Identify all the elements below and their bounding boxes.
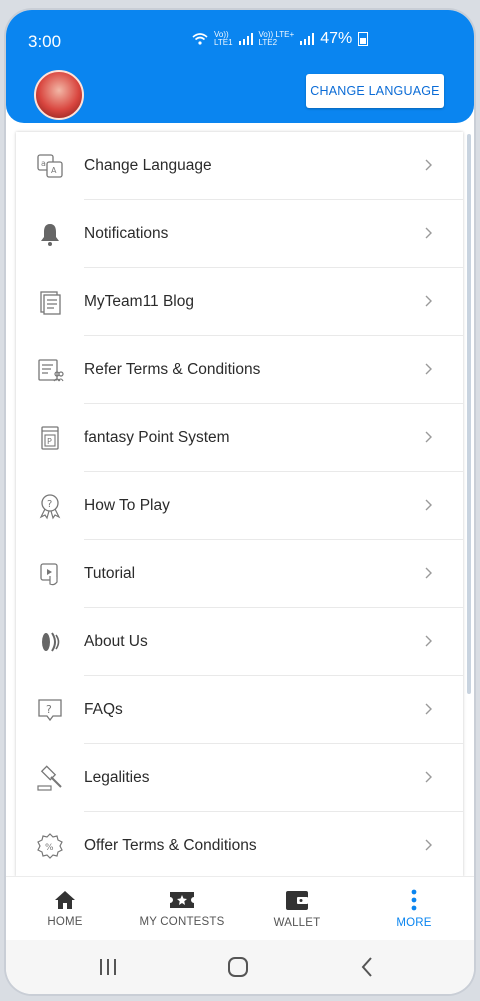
chevron-right-icon	[425, 499, 432, 511]
signal-bars-2	[300, 33, 315, 45]
system-navigation-bar	[6, 940, 474, 994]
menu-item-label: fantasy Point System	[84, 429, 230, 446]
nav-wallet[interactable]: WALLET	[262, 877, 332, 941]
nav-label: MORE	[396, 917, 432, 929]
menu-item-notifications[interactable]: Notifications	[16, 200, 463, 268]
back-icon[interactable]	[360, 956, 374, 978]
menu-item-change-language[interactable]: aA Change Language	[16, 132, 463, 200]
nav-home[interactable]: HOME	[26, 877, 104, 941]
svg-text:?: ?	[47, 499, 52, 510]
wifi-icon	[192, 33, 208, 45]
status-indicators: Vo)) LTE1 Vo)) LTE+ LTE2 47%	[192, 30, 369, 48]
refer-terms-icon	[36, 356, 64, 384]
svg-text:a: a	[41, 159, 46, 168]
menu-item-refer-terms[interactable]: Refer Terms & Conditions	[16, 336, 463, 404]
home-circle-icon[interactable]	[227, 956, 249, 978]
recent-apps-icon[interactable]	[98, 957, 118, 977]
sim1-network: Vo)) LTE1	[214, 30, 233, 47]
nav-my-contests[interactable]: MY CONTESTS	[126, 877, 238, 941]
bell-icon	[36, 220, 64, 248]
chevron-right-icon	[425, 635, 432, 647]
menu-item-how-to-play[interactable]: ? How To Play	[16, 472, 463, 540]
scrollbar[interactable]	[467, 134, 471, 694]
status-time: 3:00	[28, 32, 62, 51]
chevron-right-icon	[425, 431, 432, 443]
menu-item-blog[interactable]: MyTeam11 Blog	[16, 268, 463, 336]
tutorial-icon	[36, 560, 64, 588]
chevron-right-icon	[425, 363, 432, 375]
svg-text:A: A	[51, 166, 57, 175]
more-menu-list: aA Change Language Notifications MyTeam1…	[16, 132, 463, 877]
chevron-right-icon	[425, 295, 432, 307]
ticket-icon	[170, 892, 194, 908]
menu-item-label: About Us	[84, 633, 148, 650]
app-header: 3:00 Vo)) LTE1 Vo)) LTE+ LTE2 47% CHANGE…	[6, 10, 474, 123]
points-icon: P	[36, 424, 64, 452]
chevron-right-icon	[425, 159, 432, 171]
nav-label: MY CONTESTS	[139, 916, 225, 928]
chevron-right-icon	[425, 839, 432, 851]
menu-item-offer-terms[interactable]: % Offer Terms & Conditions	[16, 812, 463, 880]
menu-item-faqs[interactable]: ? FAQs	[16, 676, 463, 744]
menu-item-label: Change Language	[84, 157, 212, 174]
chevron-right-icon	[425, 771, 432, 783]
menu-item-legalities[interactable]: Legalities	[16, 744, 463, 812]
menu-item-label: Notifications	[84, 225, 169, 242]
svg-text:?: ?	[46, 703, 52, 716]
sim2-network: Vo)) LTE+ LTE2	[258, 30, 295, 47]
menu-item-fantasy-point-system[interactable]: P fantasy Point System	[16, 404, 463, 472]
nav-label: WALLET	[273, 917, 321, 929]
wallet-icon	[286, 891, 308, 910]
menu-item-label: FAQs	[84, 701, 123, 718]
menu-item-label: Legalities	[84, 769, 150, 786]
menu-item-label: Refer Terms & Conditions	[84, 361, 261, 378]
battery-percent: 47%	[320, 30, 353, 47]
translate-icon: aA	[36, 152, 64, 180]
faq-icon: ?	[36, 696, 64, 724]
award-icon: ?	[36, 492, 64, 520]
chevron-right-icon	[425, 703, 432, 715]
menu-item-label: Offer Terms & Conditions	[84, 837, 257, 854]
svg-text:%: %	[45, 843, 54, 853]
bottom-navigation: HOME MY CONTESTS WALLET MORE	[6, 876, 474, 941]
more-icon	[411, 889, 417, 911]
signal-bars-1	[238, 33, 253, 45]
gavel-icon	[36, 764, 64, 792]
phone-screen: 3:00 Vo)) LTE1 Vo)) LTE+ LTE2 47% CHANGE…	[6, 10, 474, 994]
nav-more[interactable]: MORE	[384, 877, 444, 941]
menu-item-label: Tutorial	[84, 565, 136, 582]
home-icon	[55, 891, 75, 909]
chevron-right-icon	[425, 227, 432, 239]
menu-item-label: How To Play	[84, 497, 170, 514]
menu-item-about-us[interactable]: About Us	[16, 608, 463, 676]
menu-item-label: MyTeam11 Blog	[84, 293, 194, 310]
user-avatar[interactable]	[34, 70, 84, 120]
change-language-button[interactable]: CHANGE LANGUAGE	[306, 74, 444, 108]
about-icon	[36, 628, 64, 656]
blog-icon	[36, 288, 64, 316]
nav-label: HOME	[47, 916, 83, 928]
svg-text:P: P	[47, 437, 52, 446]
chevron-right-icon	[425, 567, 432, 579]
battery-icon	[358, 32, 369, 46]
offer-icon: %	[36, 832, 64, 860]
menu-item-tutorial[interactable]: Tutorial	[16, 540, 463, 608]
